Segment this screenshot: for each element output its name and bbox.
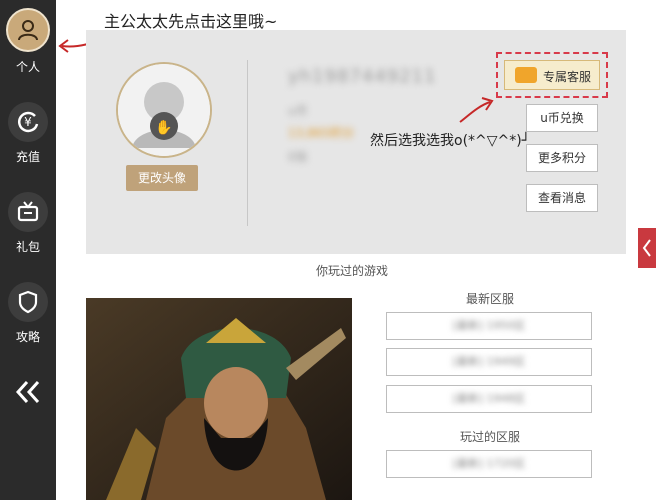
server-row[interactable]: [最新] 1950区 [386,312,592,340]
user-icon [6,8,50,52]
info-line-2: 13,865积分 [288,126,354,140]
info-line-3: 0张 [288,150,308,164]
vip-service-button[interactable]: 专属客服 [504,60,600,90]
game-banner[interactable] [86,298,352,500]
view-messages-button[interactable]: 查看消息 [526,184,598,212]
server-row[interactable]: [最新] 1720区 [386,450,592,478]
vip-service-label: 专属客服 [543,70,592,84]
server-label: [最新] 1949区 [452,355,526,368]
more-points-button[interactable]: 更多积分 [526,144,598,172]
server-row[interactable]: [最新] 1948区 [386,385,592,413]
server-row[interactable]: [最新] 1949区 [386,348,592,376]
sidebar-item-label: 攻略 [15,330,40,344]
service-icon [515,67,537,83]
yuan-refresh-icon: ¥ [8,102,48,142]
server-label: [最新] 1720区 [452,457,526,470]
sidebar-item-personal[interactable]: 个人 [0,8,56,75]
sidebar-item-gift[interactable]: 礼包 [0,192,56,255]
sidebar-item-label: 充值 [15,150,40,164]
change-avatar-button[interactable]: 更改头像 [126,165,198,191]
exchange-button[interactable]: u币兑换 [526,104,598,132]
annotation-middle: 然后选我选我o(*^▽^*)┘ [370,133,531,149]
server-label: [最新] 1948区 [452,392,526,405]
latest-servers-title: 最新区服 [466,292,515,306]
divider [247,60,248,226]
sidebar-item-label: 个人 [15,60,40,74]
sidebar-item-label: 礼包 [15,240,40,254]
games-title: 你玩过的游戏 [316,264,389,278]
tv-gift-icon [8,192,48,232]
user-id: yh1987449211 [288,66,437,87]
sidebar-item-recharge[interactable]: ¥ 充值 [0,102,56,165]
annotation-top: 主公太太先点击这里哦~ [104,12,278,31]
sidebar-item-guide[interactable]: 攻略 [0,282,56,345]
server-label: [最新] 1950区 [452,319,526,332]
shield-icon [8,282,48,322]
arrow-annotation-middle [459,97,494,123]
info-line-1: u币 [288,104,308,118]
avatar: ✋ [116,62,212,158]
right-tab-toggle[interactable] [638,228,656,268]
svg-text:✋: ✋ [155,119,172,136]
sidebar: 个人 ¥ 充值 礼包 攻略 [0,0,56,500]
double-chevron-left-icon[interactable] [14,378,42,406]
played-servers-title: 玩过的区服 [460,430,521,444]
svg-text:¥: ¥ [24,115,32,129]
